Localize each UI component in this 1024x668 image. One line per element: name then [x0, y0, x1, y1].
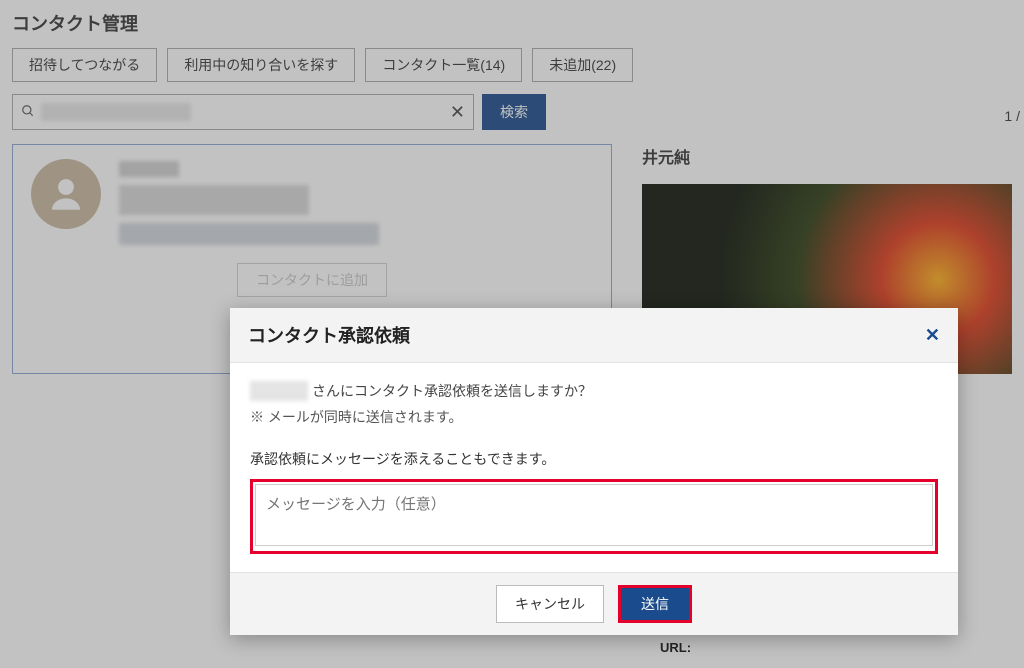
send-highlight: 送信: [618, 585, 692, 623]
url-label: URL:: [660, 640, 691, 655]
recipient-name-redacted: [250, 381, 308, 401]
message-highlight: [250, 479, 938, 554]
close-icon[interactable]: ✕: [925, 325, 940, 346]
cancel-button[interactable]: キャンセル: [496, 585, 604, 623]
message-input[interactable]: [255, 484, 933, 546]
modal-confirm-text: さんにコンタクト承認依頼を送信しますか？: [250, 381, 938, 401]
modal-note: ※ メールが同時に送信されます。: [250, 407, 938, 427]
message-label: 承認依頼にメッセージを添えることもできます。: [250, 449, 938, 469]
send-button[interactable]: 送信: [621, 588, 689, 620]
modal-contact-request: コンタクト承認依頼 ✕ さんにコンタクト承認依頼を送信しますか？ ※ メールが同…: [230, 308, 958, 635]
confirm-suffix: さんにコンタクト承認依頼を送信しますか？: [312, 381, 592, 401]
modal-title: コンタクト承認依頼: [248, 322, 410, 348]
